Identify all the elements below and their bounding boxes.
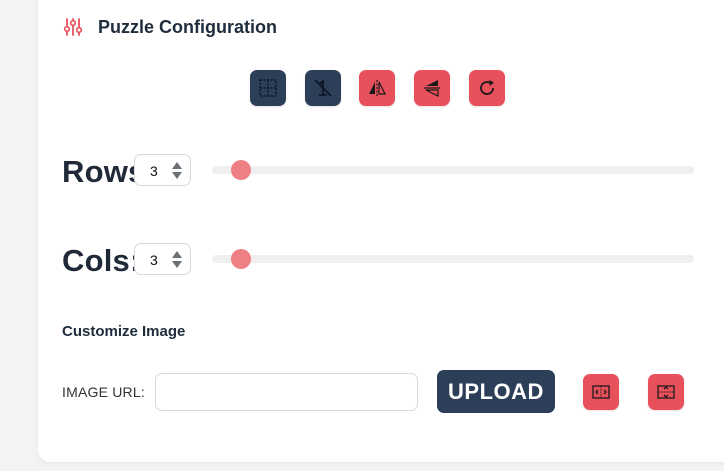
fit-width-icon [592, 385, 610, 399]
number-crossed-icon [314, 79, 332, 97]
flip-vertical-button[interactable] [414, 70, 450, 106]
image-url-input[interactable] [155, 373, 418, 411]
rotate-button[interactable] [469, 70, 505, 106]
cols-value: 3 [150, 252, 158, 268]
fit-height-button[interactable] [648, 374, 684, 410]
rotate-icon [480, 80, 494, 95]
stepper-down-icon[interactable] [172, 172, 182, 179]
stepper-up-icon[interactable] [172, 162, 182, 169]
rows-stepper[interactable]: 3 [134, 154, 191, 186]
numbers-toggle-button[interactable] [305, 70, 341, 106]
page-title: Puzzle Configuration [98, 16, 277, 37]
cols-label: Cols: [62, 243, 141, 278]
flip-horizontal-button[interactable] [359, 70, 395, 106]
panel-header: Puzzle Configuration [63, 14, 277, 40]
flip-vertical-icon [424, 80, 440, 97]
stepper-down-icon[interactable] [172, 261, 182, 268]
cols-slider-thumb[interactable] [230, 249, 251, 269]
cols-slider[interactable] [212, 249, 694, 269]
grid-toggle-button[interactable] [250, 70, 286, 106]
fit-width-button[interactable] [583, 374, 619, 410]
cols-stepper[interactable]: 3 [134, 243, 191, 275]
grid-dashed-icon [259, 79, 277, 97]
rows-value: 3 [150, 163, 158, 179]
toolbar [250, 70, 510, 106]
customize-image-heading: Customize Image [62, 323, 186, 340]
image-url-label: IMAGE URL: [62, 384, 145, 400]
rows-slider[interactable] [212, 160, 694, 180]
upload-button[interactable]: UPLOAD [437, 370, 555, 413]
rows-slider-thumb[interactable] [230, 160, 251, 180]
stepper-up-icon[interactable] [172, 251, 182, 258]
rows-label: Rows [62, 154, 146, 189]
flip-horizontal-icon [369, 80, 386, 96]
sliders-icon [63, 17, 83, 37]
fit-height-icon [657, 385, 675, 399]
